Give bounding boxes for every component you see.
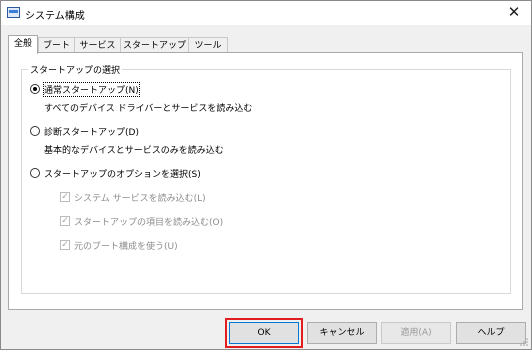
system-configuration-window: システム構成 ✕ 全般 ブート サービス スタートアップ ツール スタートアップ… <box>0 0 532 350</box>
group-legend: スタートアップの選択 <box>28 63 123 76</box>
tab-boot[interactable]: ブート <box>38 37 75 53</box>
normal-startup-description: すべてのデバイス ドライバーとサービスを読み込む <box>44 104 253 114</box>
dialog-client-area: 全般 ブート サービス スタートアップ ツール スタートアップの選択 通常スター… <box>1 25 531 349</box>
normal-startup-label[interactable]: 通常スタートアップ(N) <box>43 82 140 97</box>
title-bar: システム構成 ✕ <box>1 1 531 25</box>
selective-startup-label[interactable]: スタートアップのオプションを選択(S) <box>44 167 201 180</box>
use-original-boot-config-label: 元のブート構成を使う(U) <box>74 242 178 252</box>
diagnostic-startup-radio[interactable] <box>30 126 40 136</box>
window-title: システム構成 <box>25 11 85 22</box>
load-startup-items-checkbox[interactable]: ✓ <box>60 216 70 226</box>
tab-startup[interactable]: スタートアップ <box>120 37 189 53</box>
load-system-services-checkbox[interactable]: ✓ <box>60 192 70 202</box>
tab-services[interactable]: サービス <box>74 37 121 53</box>
diagnostic-startup-label[interactable]: 診断スタートアップ(D) <box>44 125 139 138</box>
help-button[interactable]: ヘルプ <box>456 322 526 344</box>
close-icon[interactable]: ✕ <box>503 2 525 22</box>
cancel-button[interactable]: キャンセル <box>307 322 377 344</box>
selective-startup-radio[interactable] <box>30 168 40 178</box>
load-system-services-label: システム サービスを読み込む(L) <box>74 194 206 204</box>
diagnostic-startup-description: 基本的なデバイスとサービスのみを読み込む <box>44 146 224 156</box>
resize-grip-icon[interactable] <box>519 337 529 347</box>
app-icon <box>7 7 20 18</box>
tab-tools[interactable]: ツール <box>188 37 228 53</box>
ok-highlight-frame <box>225 318 303 348</box>
normal-startup-radio[interactable] <box>30 84 40 94</box>
startup-selection-group: スタートアップの選択 通常スタートアップ(N) すべてのデバイス ドライバーとサ… <box>21 63 511 294</box>
load-startup-items-label: スタートアップの項目を読み込む(O) <box>74 218 224 228</box>
general-tab-panel: スタートアップの選択 通常スタートアップ(N) すべてのデバイス ドライバーとサ… <box>8 52 523 310</box>
tab-general[interactable]: 全般 <box>8 35 38 54</box>
use-original-boot-config-checkbox[interactable]: ✓ <box>60 240 70 250</box>
apply-button[interactable]: 適用(A) <box>381 322 451 344</box>
